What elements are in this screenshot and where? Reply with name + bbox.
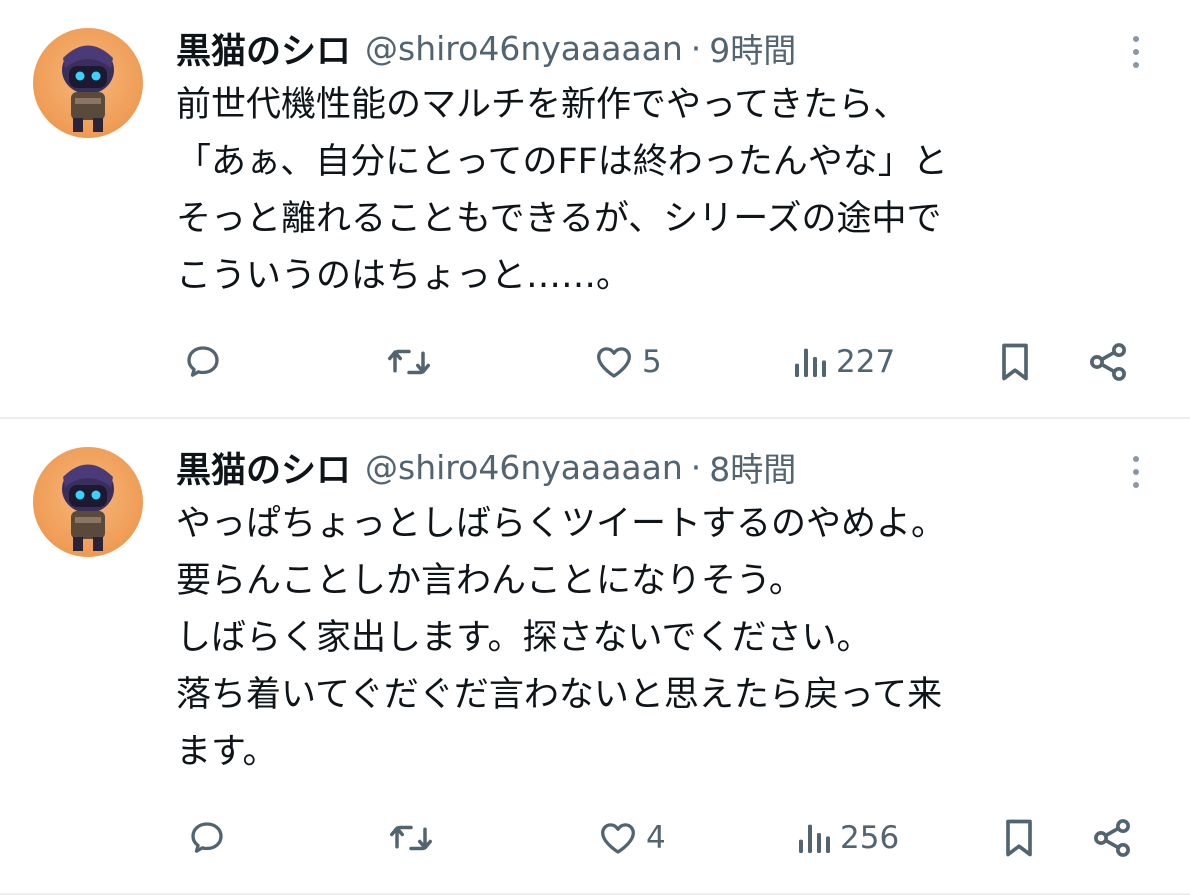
like-button[interactable]: 4: [596, 816, 666, 860]
tweet[interactable]: 黒猫のシロ @shiro46nyaaaaan · 9時間 前世代機性能のマルチを…: [0, 0, 1190, 418]
views-icon: [799, 824, 830, 853]
views-button[interactable]: 256: [794, 816, 899, 860]
retweet-button[interactable]: [388, 816, 434, 860]
reply-icon: [191, 822, 223, 853]
timestamp[interactable]: 8時間: [709, 443, 796, 491]
views-count: 256: [840, 820, 900, 856]
tweet-header: 黒猫のシロ @shiro46nyaaaaan · 9時間: [176, 22, 796, 74]
user-handle[interactable]: @shiro46nyaaaaan: [365, 29, 683, 68]
tweet-divider: [0, 417, 1190, 419]
share-button[interactable]: [1090, 816, 1134, 860]
avatar-character-image: [62, 464, 114, 551]
bookmark-button[interactable]: [996, 340, 1034, 384]
reply-button[interactable]: [182, 340, 224, 384]
share-icon: [1090, 343, 1126, 381]
user-handle[interactable]: @shiro46nyaaaaan: [365, 448, 683, 487]
more-icon[interactable]: [1126, 33, 1146, 73]
separator-dot: ·: [690, 28, 702, 68]
retweet-button[interactable]: [386, 340, 432, 384]
display-name[interactable]: 黒猫のシロ: [176, 23, 351, 74]
bookmark-icon: [1002, 343, 1028, 381]
views-icon: [795, 348, 826, 377]
views-count: 227: [836, 344, 896, 380]
reply-button[interactable]: [186, 816, 228, 860]
bookmark-icon: [1006, 819, 1032, 857]
bookmark-button[interactable]: [1000, 816, 1038, 860]
tweet-text: 前世代機性能のマルチを新作でやってきたら、 「あぁ、自分にとってのFFは終わった…: [176, 85, 948, 296]
tweet-text: やっぱちょっとしばらくツイートするのやめよ。 要らんことしか言わんことになりそう…: [176, 504, 947, 772]
tweet[interactable]: 黒猫のシロ @shiro46nyaaaaan · 8時間 やっぱちょっとしばらく…: [0, 420, 1190, 895]
reply-icon: [187, 346, 219, 377]
heart-icon: [597, 347, 631, 378]
timestamp[interactable]: 9時間: [709, 24, 796, 72]
like-count: 5: [642, 344, 662, 380]
like-count: 4: [646, 820, 666, 856]
avatar-character-image: [62, 45, 114, 132]
avatar[interactable]: [33, 447, 143, 557]
retweet-icon: [388, 349, 430, 375]
views-button[interactable]: 227: [790, 340, 895, 384]
avatar[interactable]: [33, 28, 143, 138]
more-icon[interactable]: [1126, 453, 1146, 493]
share-icon: [1094, 819, 1130, 857]
like-button[interactable]: 5: [592, 340, 662, 384]
heart-icon: [601, 823, 635, 854]
display-name[interactable]: 黒猫のシロ: [176, 442, 351, 493]
retweet-icon: [390, 825, 432, 851]
share-button[interactable]: [1086, 340, 1130, 384]
separator-dot: ·: [690, 447, 702, 487]
tweet-header: 黒猫のシロ @shiro46nyaaaaan · 8時間: [176, 441, 796, 493]
